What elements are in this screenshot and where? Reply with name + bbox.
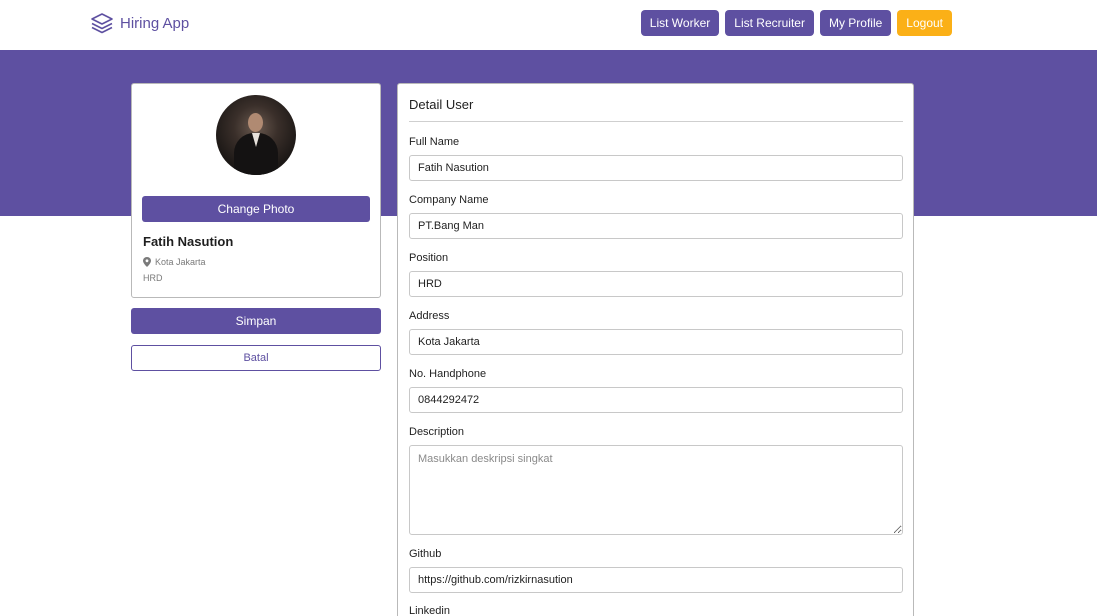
save-button[interactable]: Simpan [131,308,381,334]
position-input[interactable] [409,271,903,297]
full-name-label: Full Name [409,136,460,148]
company-name-input[interactable] [409,213,903,239]
github-label: Github [409,548,442,560]
list-recruiter-button[interactable]: List Recruiter [725,10,814,36]
profile-name: Fatih Nasution [143,234,234,249]
logout-button[interactable]: Logout [897,10,952,36]
linkedin-label: Linkedin [409,605,450,616]
profile-location: Kota Jakarta [143,257,206,267]
cancel-button[interactable]: Batal [131,345,381,371]
phone-label: No. Handphone [409,368,487,380]
layers-icon [91,13,113,34]
address-label: Address [409,310,450,322]
nav-buttons: List Worker List Recruiter My Profile Lo… [640,10,952,36]
phone-input[interactable] [409,387,903,413]
detail-user-card: Detail User Full Name Company Name Posit… [397,83,914,616]
detail-title: Detail User [409,97,474,112]
profile-location-text: Kota Jakarta [155,257,206,267]
company-name-label: Company Name [409,194,489,206]
my-profile-button[interactable]: My Profile [819,10,892,36]
profile-position: HRD [143,273,163,283]
change-photo-button[interactable]: Change Photo [142,196,370,222]
list-worker-button[interactable]: List Worker [640,10,720,36]
full-name-input[interactable] [409,155,903,181]
avatar [216,95,296,175]
profile-card: Change Photo Fatih Nasution Kota Jakarta… [131,83,381,298]
github-input[interactable] [409,567,903,593]
brand[interactable]: Hiring App [90,11,189,35]
address-input[interactable] [409,329,903,355]
description-textarea[interactable] [409,445,903,535]
divider [409,121,903,122]
map-pin-icon [143,257,151,267]
description-label: Description [409,426,465,438]
position-label: Position [409,252,449,264]
navbar: Hiring App List Worker List Recruiter My… [0,0,1097,50]
brand-name: Hiring App [120,14,190,32]
